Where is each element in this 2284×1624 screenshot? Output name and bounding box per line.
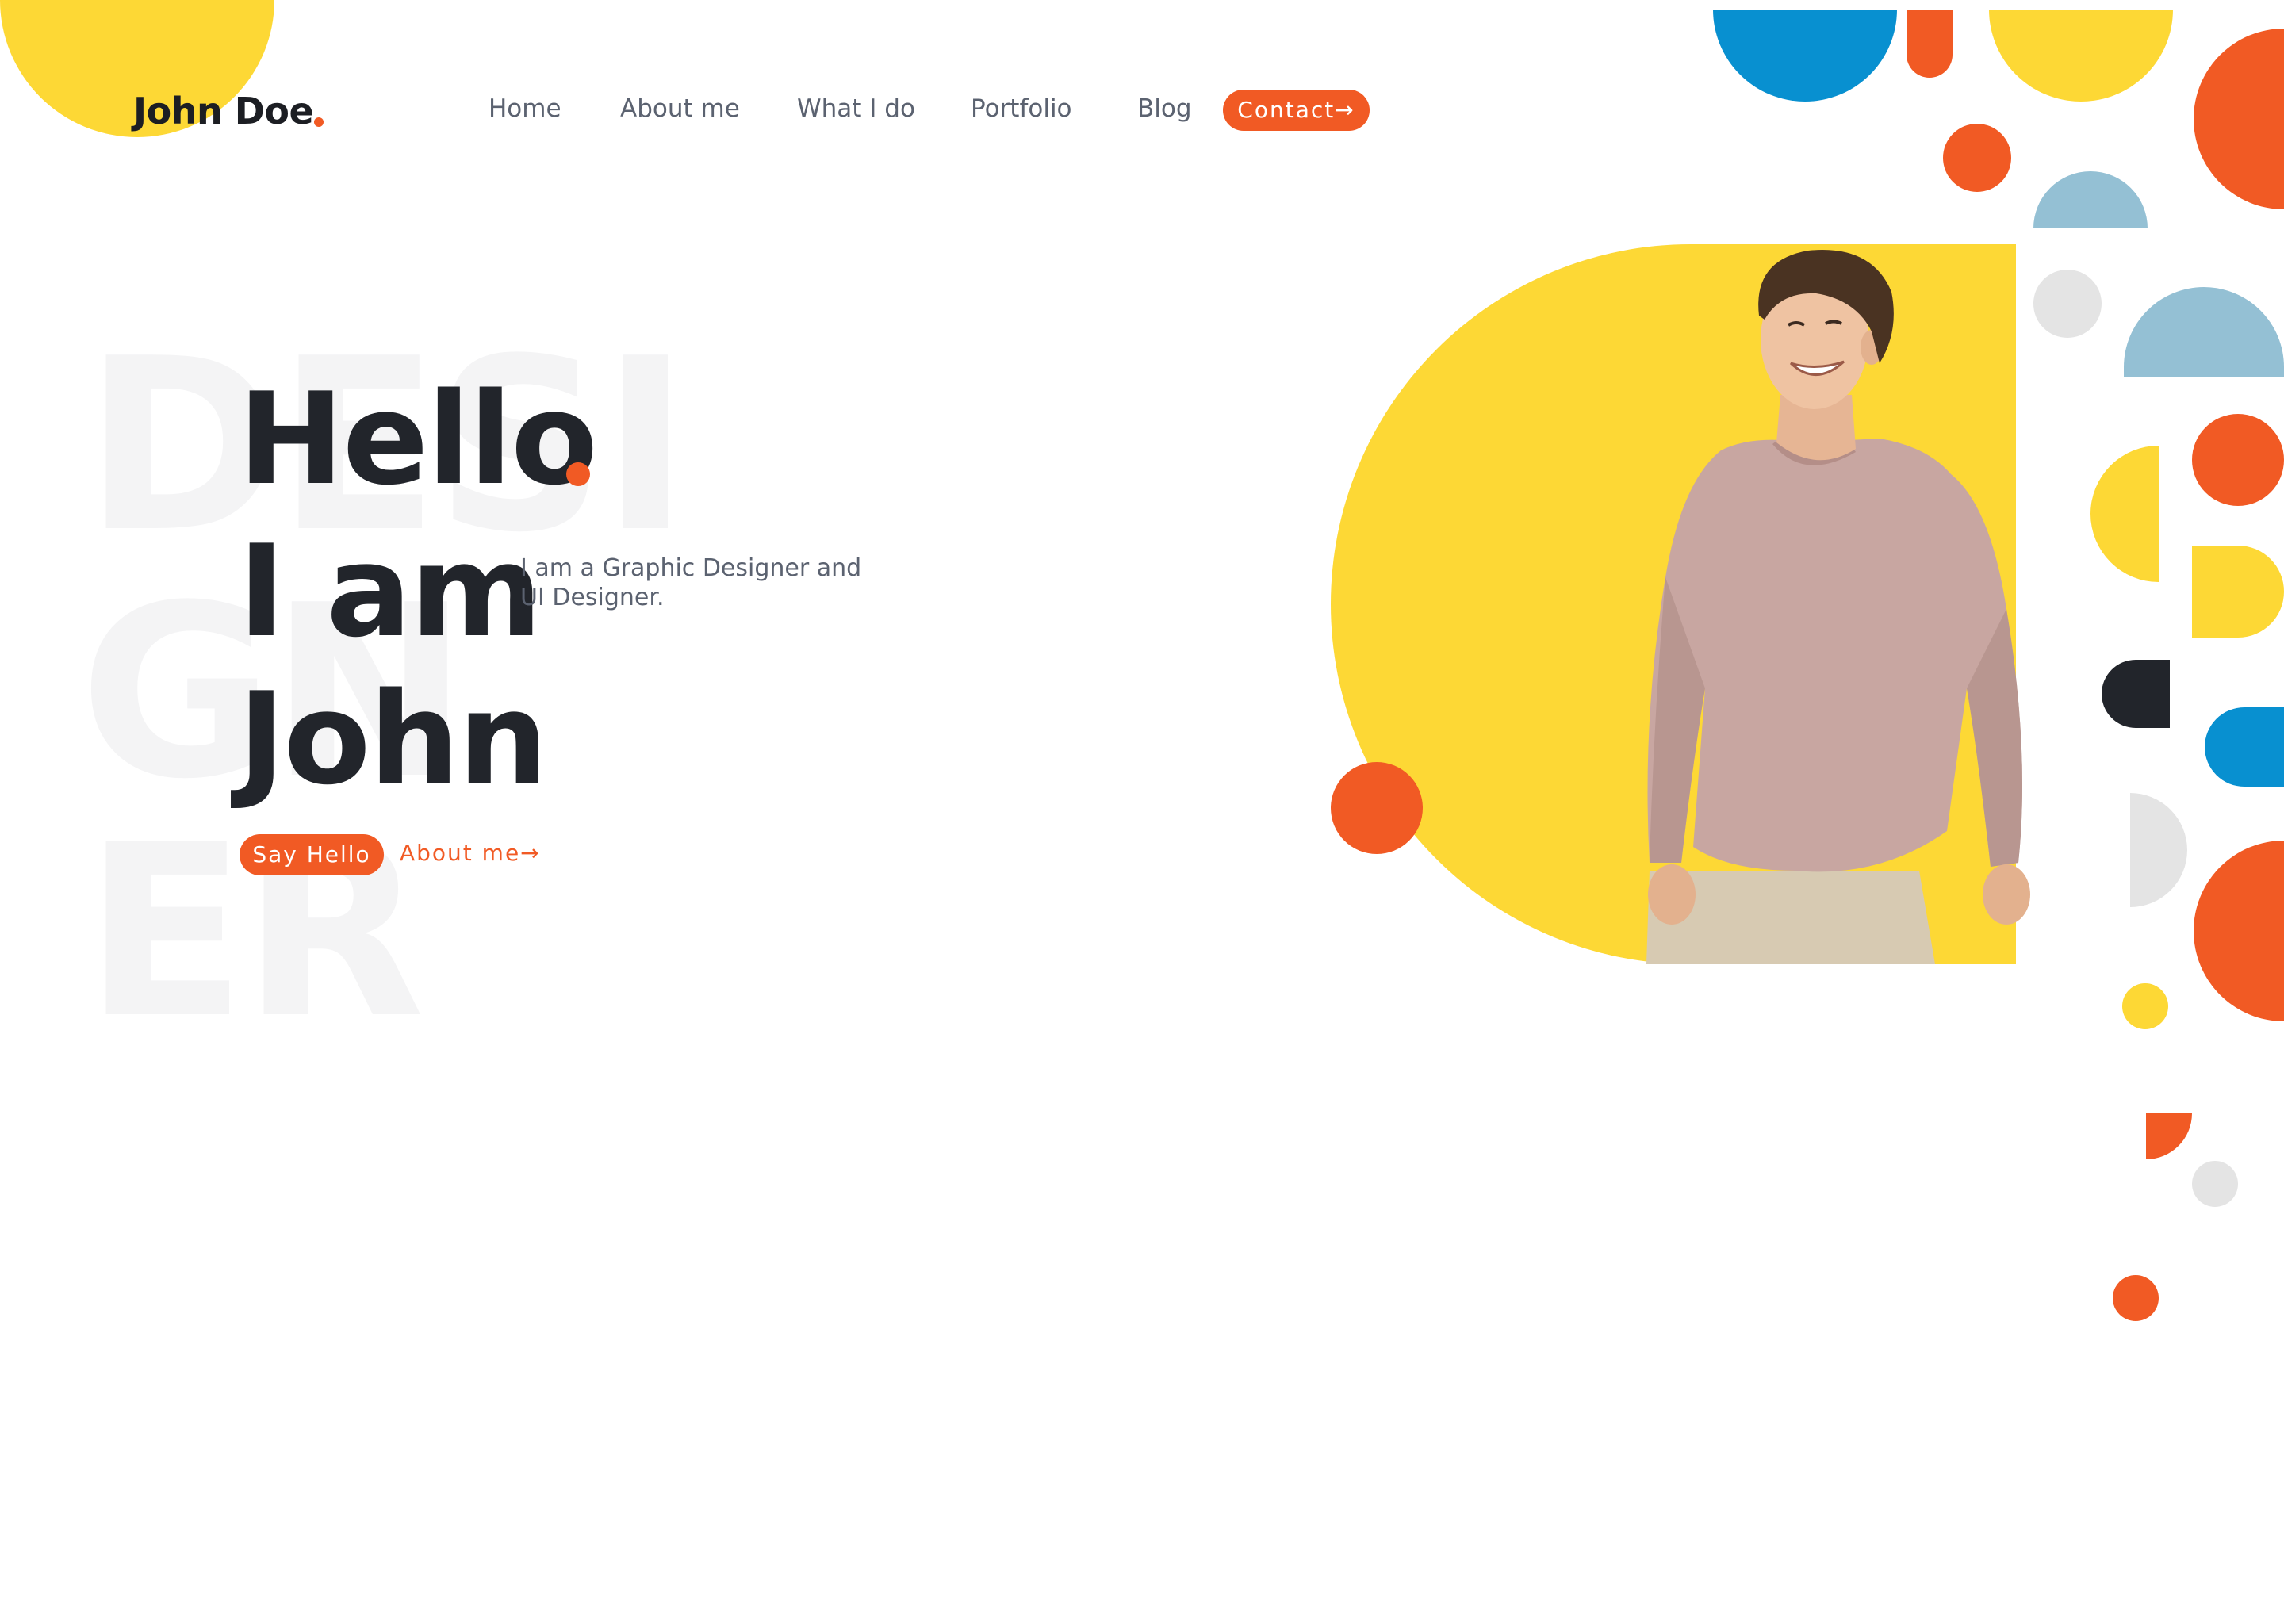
hero-heading-john: John bbox=[238, 665, 548, 813]
deco-gray-small-circle bbox=[2192, 1161, 2238, 1207]
deco-gray-right-half bbox=[2130, 793, 2187, 907]
deco-orange-left-half bbox=[2194, 29, 2284, 209]
deco-blue-left-half bbox=[2205, 707, 2284, 787]
deco-orange-pill bbox=[1907, 10, 1953, 78]
deco-yellow-half-circle bbox=[1989, 10, 2173, 102]
deco-yellow-small-circle bbox=[2122, 983, 2168, 1029]
hero-subtitle: I am a Graphic Designer and UI Designer. bbox=[520, 554, 862, 611]
nav-about-me[interactable]: About me bbox=[620, 94, 740, 123]
contact-button[interactable]: Contact→ bbox=[1223, 90, 1370, 131]
deco-orange-small-circle bbox=[2113, 1275, 2159, 1321]
nav-blog[interactable]: Blog bbox=[1137, 94, 1192, 123]
deco-dark-half bbox=[2102, 660, 2170, 728]
deco-gray-circle bbox=[2033, 270, 2102, 338]
deco-yellow-left-half bbox=[2090, 446, 2159, 582]
nav-what-i-do[interactable]: What I do bbox=[797, 94, 915, 123]
deco-yellow-right-half bbox=[2192, 546, 2284, 638]
hero-heading-hello: Hello bbox=[238, 365, 598, 513]
about-me-link[interactable]: About me→ bbox=[400, 840, 541, 866]
say-hello-button[interactable]: Say Hello bbox=[240, 834, 384, 875]
brand-logo[interactable]: John Doe bbox=[133, 90, 314, 132]
logo-dot-decoration bbox=[314, 117, 324, 127]
hero-heading-i-am: I am bbox=[238, 517, 542, 665]
hero-dot-decoration bbox=[566, 462, 590, 486]
deco-lightblue-half bbox=[2033, 171, 2148, 228]
nav-home[interactable]: Home bbox=[489, 94, 561, 123]
deco-orange-circle-2 bbox=[2192, 414, 2284, 506]
nav-portfolio[interactable]: Portfolio bbox=[971, 94, 1072, 123]
deco-orange-quarter bbox=[2146, 1113, 2192, 1159]
deco-orange-circle bbox=[1943, 124, 2011, 192]
deco-lightblue-dome bbox=[2124, 287, 2284, 377]
deco-orange-left-half-2 bbox=[2194, 841, 2284, 1021]
portrait-photo bbox=[1646, 250, 2030, 964]
photo-accent-circle bbox=[1331, 762, 1423, 854]
deco-blue-half-circle bbox=[1713, 10, 1897, 102]
